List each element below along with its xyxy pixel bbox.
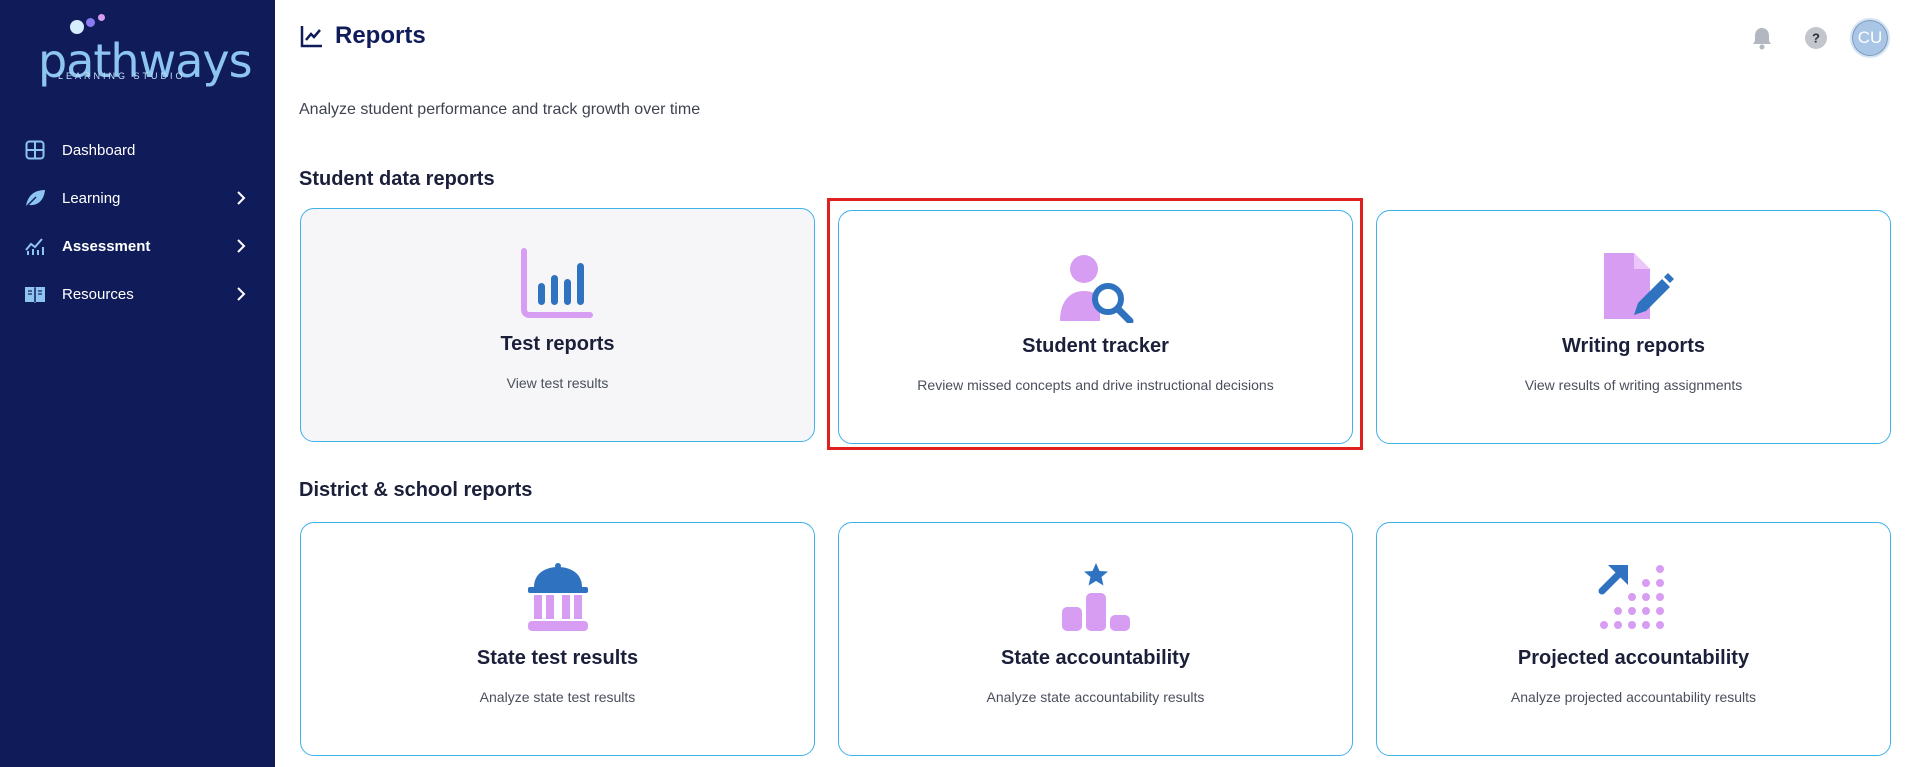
card-title: Test reports (500, 333, 615, 355)
podium-star-icon (1061, 563, 1130, 631)
sidebar-nav: Dashboard Learning Assessment Resources (0, 126, 275, 318)
header-actions: ? CU (1722, 18, 1890, 58)
card-state-accountability[interactable]: State accountability Analyze state accou… (838, 522, 1353, 756)
chart-icon (24, 235, 46, 257)
sidebar-item-label: Assessment (62, 237, 151, 255)
document-pen-icon (1603, 253, 1674, 319)
card-title: Writing reports (1562, 335, 1705, 357)
book-icon (24, 283, 46, 305)
svg-text:?: ? (1812, 31, 1820, 46)
logo-dot (70, 20, 84, 34)
avatar[interactable]: CU (1850, 18, 1890, 58)
card-description: Analyze state test results (479, 689, 636, 705)
sidebar-item-learning[interactable]: Learning (0, 174, 275, 222)
section-title-student: Student data reports (299, 168, 495, 190)
logo-tagline: LEARNING STUDIO (58, 71, 186, 81)
pathways-logo[interactable]: pathways LEARNING STUDIO (38, 14, 253, 88)
card-student-tracker[interactable]: Student tracker Review missed concepts a… (838, 210, 1353, 444)
card-writing-reports[interactable]: Writing reports View results of writing … (1376, 210, 1891, 444)
card-test-reports[interactable]: Test reports View test results (300, 208, 815, 442)
bell-icon[interactable] (1748, 24, 1776, 52)
card-description: View results of writing assignments (1524, 377, 1743, 393)
trend-arrow-dots-icon (1598, 565, 1664, 629)
bar-chart-icon (520, 248, 593, 318)
card-state-test-results[interactable]: State test results Analyze state test re… (300, 522, 815, 756)
page-subtitle: Analyze student performance and track gr… (299, 101, 701, 118)
logo-dot (86, 18, 95, 27)
card-description: Review missed concepts and drive instruc… (917, 377, 1274, 393)
main-content: Reports ? CU Analyze student performance… (275, 0, 1908, 767)
chevron-right-icon (237, 287, 246, 301)
leaf-icon (24, 187, 46, 209)
card-title: State accountability (1001, 647, 1190, 669)
page-title: Reports (335, 22, 426, 49)
sidebar-item-dashboard[interactable]: Dashboard (0, 126, 275, 174)
logo-dot (98, 14, 105, 21)
sidebar-item-label: Learning (62, 189, 121, 207)
section-title-district: District & school reports (299, 479, 533, 501)
user-search-icon (1059, 255, 1133, 323)
card-description: View test results (506, 375, 609, 391)
card-description: Analyze projected accountability results (1510, 689, 1757, 705)
dashboard-icon (24, 139, 46, 161)
card-title: Student tracker (1022, 335, 1169, 357)
line-chart-icon (300, 26, 322, 48)
help-icon[interactable]: ? (1802, 24, 1830, 52)
capitol-building-icon (527, 563, 588, 631)
sidebar-item-assessment[interactable]: Assessment (0, 222, 275, 270)
sidebar: pathways LEARNING STUDIO Dashboard Learn… (0, 0, 275, 767)
card-title: State test results (476, 647, 639, 669)
page-header: Reports (299, 22, 426, 50)
sidebar-item-label: Dashboard (62, 141, 136, 159)
card-projected-accountability[interactable]: Projected accountability Analyze project… (1376, 522, 1891, 756)
chevron-right-icon (237, 191, 246, 205)
card-description: Analyze state accountability results (986, 689, 1205, 705)
sidebar-item-label: Resources (62, 285, 134, 303)
chevron-right-icon (237, 239, 246, 253)
sidebar-item-resources[interactable]: Resources (0, 270, 275, 318)
card-title: Projected accountability (1517, 647, 1750, 669)
